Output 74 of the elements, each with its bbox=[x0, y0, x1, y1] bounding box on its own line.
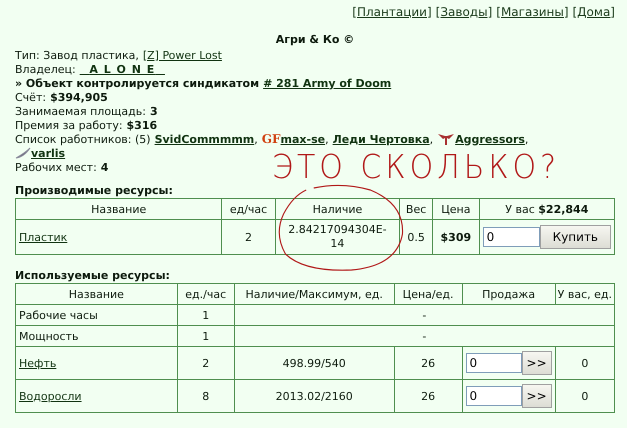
column-header: Наличие bbox=[275, 198, 400, 220]
resource-link[interactable]: Водоросли bbox=[19, 390, 82, 402]
worker-link[interactable]: SvidCommmmm bbox=[154, 132, 254, 146]
table-cell: 1 bbox=[177, 326, 234, 346]
worker-link[interactable]: Леди Чертовка bbox=[332, 132, 430, 146]
amount-field[interactable]: 0 bbox=[466, 386, 522, 406]
emblem-icon bbox=[437, 132, 456, 146]
bonus-label: Премия за работу: bbox=[15, 118, 123, 132]
nav-link[interactable]: [Плантации] bbox=[352, 5, 432, 19]
resource-link[interactable]: Пластик bbox=[19, 230, 68, 244]
table-cell: 0 bbox=[555, 346, 614, 380]
table-cell: - bbox=[234, 326, 614, 346]
comma: , bbox=[254, 132, 258, 146]
resource-name: Мощность bbox=[19, 330, 78, 342]
owner-label: Владелец: bbox=[15, 62, 76, 76]
account-label: Счёт: bbox=[15, 90, 46, 104]
worker-link[interactable]: varlis bbox=[31, 146, 66, 160]
area-label: Занимаемая площадь: bbox=[15, 104, 146, 118]
table-cell: 0.5 bbox=[400, 220, 433, 254]
buy-button[interactable]: Купить bbox=[540, 225, 611, 249]
bonus-value: $316 bbox=[126, 118, 158, 132]
column-header: Продажа bbox=[462, 284, 556, 304]
column-header: Вес bbox=[400, 198, 433, 220]
table-cell: 2 bbox=[222, 220, 276, 254]
column-header: Цена bbox=[432, 198, 480, 220]
sell-button[interactable]: >> bbox=[522, 384, 552, 408]
nav-link[interactable]: [Дома] bbox=[572, 5, 615, 19]
table-cell: $309 bbox=[432, 220, 480, 254]
column-header: Название bbox=[16, 198, 222, 220]
column-header: Цена/ед. bbox=[394, 284, 462, 304]
table-cell: 1 bbox=[177, 304, 234, 326]
section-heading: Производимые ресурсы: bbox=[15, 184, 174, 198]
section-heading: Используемые ресурсы: bbox=[15, 269, 171, 283]
crescent-icon bbox=[15, 147, 31, 159]
places-value: 4 bbox=[100, 160, 108, 174]
table-cell: - bbox=[234, 304, 614, 326]
table-cell: 2.84217094304E-14 bbox=[275, 220, 400, 254]
amount-field[interactable]: 0 bbox=[482, 227, 540, 247]
table-cell: 26 bbox=[394, 380, 462, 412]
syndicate-text: » Объект контролируется синдикатом bbox=[15, 76, 260, 90]
table-cell: 0 bbox=[555, 380, 614, 412]
comma: , bbox=[430, 132, 434, 146]
table-cell: 8 bbox=[177, 380, 234, 412]
table-cell: 498.99/540 bbox=[234, 346, 394, 380]
table-cell: 2 bbox=[177, 346, 234, 380]
comma: , bbox=[524, 132, 528, 146]
nav-link[interactable]: [Заводы] bbox=[436, 5, 492, 19]
resource-name: Рабочие часы bbox=[19, 308, 98, 322]
type-link[interactable]: [Z] Power Lost bbox=[142, 48, 222, 62]
places-label: Рабочих мест: bbox=[15, 160, 97, 174]
table-cell: 2013.02/2160 bbox=[234, 380, 394, 412]
column-header: Название bbox=[16, 284, 178, 304]
syndicate-link[interactable]: # 281 Army of Doom bbox=[263, 76, 392, 90]
table-cell: 26 bbox=[394, 346, 462, 380]
sell-button[interactable]: >> bbox=[522, 351, 552, 375]
amount-field[interactable]: 0 bbox=[466, 353, 522, 373]
worker-link[interactable]: Aggressors bbox=[455, 132, 525, 146]
type-label: Тип: Завод пластика, bbox=[15, 48, 139, 62]
logo-icon: GF bbox=[262, 132, 281, 146]
workers-label: Список работников: (5) bbox=[15, 132, 151, 146]
column-header: У вас $22,844 bbox=[479, 198, 614, 220]
column-header: У вас, ед. bbox=[555, 284, 614, 304]
column-header: ед./час bbox=[177, 284, 234, 304]
column-header: ед/час bbox=[222, 198, 276, 220]
comma: , bbox=[325, 132, 329, 146]
column-header: Наличие/Максимум, ед. bbox=[234, 284, 394, 304]
handwritten-note: ЭТО СКОЛЬКО? bbox=[272, 148, 560, 187]
resource-link[interactable]: Нефть bbox=[19, 356, 56, 370]
nav-link[interactable]: [Магазины] bbox=[496, 5, 568, 19]
worker-link[interactable]: max-se bbox=[280, 132, 326, 146]
account-value: $394,905 bbox=[50, 90, 108, 104]
owner-link[interactable]: A L O N E bbox=[80, 62, 165, 76]
area-value: 3 bbox=[150, 104, 158, 118]
page-title: Агри & Ко © bbox=[274, 33, 356, 48]
